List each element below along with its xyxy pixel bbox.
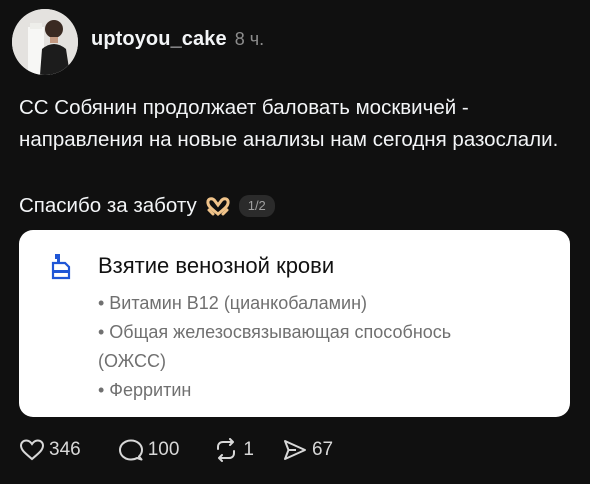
card-title: Взятие венозной крови bbox=[98, 253, 335, 278]
avatar[interactable] bbox=[12, 9, 78, 75]
likes-count: 346 bbox=[49, 439, 81, 460]
avatar-image bbox=[12, 9, 78, 75]
post-time[interactable]: 8 ч. bbox=[235, 29, 264, 50]
username[interactable]: uptoyou_cake bbox=[91, 28, 227, 51]
card-list: • Витамин B12 (цианкобаламин) • Общая же… bbox=[98, 289, 498, 405]
like-button[interactable]: 346 bbox=[19, 438, 81, 462]
reply-button[interactable]: 100 bbox=[118, 438, 180, 462]
image-counter: 1/2 bbox=[238, 195, 275, 217]
repost-icon bbox=[217, 438, 236, 462]
comment-icon bbox=[118, 439, 143, 461]
heart-icon bbox=[19, 439, 45, 461]
post-thanks-line: Спасибо за заботу 1/2 bbox=[19, 190, 275, 222]
action-bar: 346 100 1 67 bbox=[19, 438, 333, 462]
thanks-text: Спасибо за заботу bbox=[19, 194, 197, 217]
post-header: uptoyou_cake 8 ч. bbox=[91, 28, 264, 51]
post-text: СС Собянин продолжает баловать москвичей… bbox=[19, 96, 559, 151]
list-item: • Витамин B12 (цианкобаламин) bbox=[98, 293, 367, 313]
document-icon bbox=[51, 254, 71, 280]
referral-card-image[interactable]: Взятие венозной крови • Витамин B12 (циа… bbox=[19, 230, 570, 417]
heart-hands-emoji bbox=[206, 197, 230, 216]
repost-button[interactable]: 1 bbox=[213, 438, 254, 462]
reposts-count: 1 bbox=[243, 439, 254, 460]
list-item: • Общая железосвязывающая способнось (ОЖ… bbox=[98, 322, 452, 371]
share-button[interactable]: 67 bbox=[282, 438, 333, 462]
shares-count: 67 bbox=[311, 439, 334, 460]
share-icon bbox=[283, 440, 306, 460]
list-item: • Ферритин bbox=[98, 380, 192, 400]
replies-count: 100 bbox=[147, 439, 180, 460]
